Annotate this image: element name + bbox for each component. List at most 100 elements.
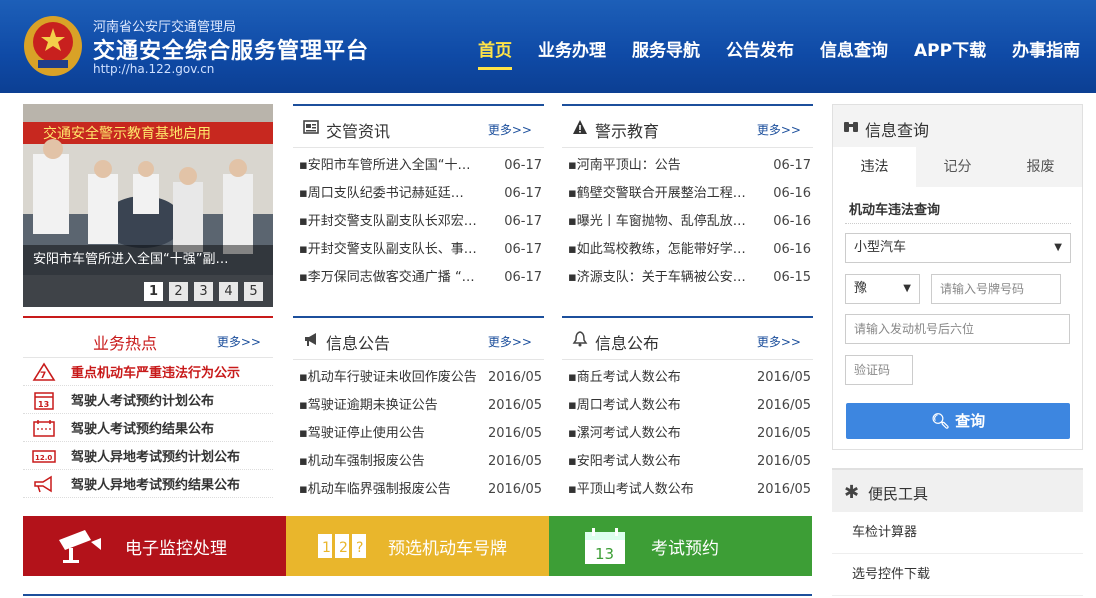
news-panel-header: 交管资讯 更多>> <box>293 104 544 148</box>
news-list: ▪安阳市车管所进入全国“十… 06-17 ▪周口支队纪委书记赫延廷… 06-17 ▪… <box>293 148 544 292</box>
slide-dot-4[interactable]: 4 <box>219 281 238 301</box>
list-item[interactable]: ▪济源支队：关于车辆被公安… 06-15 <box>562 264 813 292</box>
engine-number-input[interactable]: 请输入发动机号后六位 <box>845 314 1070 344</box>
list-item[interactable]: ▪机动车行驶证未收回作废公告 2016/05 <box>293 364 544 392</box>
hot-panel-header: 业务热点 更多>> <box>23 316 273 358</box>
electronic-monitoring-label[interactable]: 电子监控处理 <box>125 534 227 559</box>
query-panel-header: 信息查询 <box>833 105 1082 147</box>
notice-list: ▪机动车行驶证未收回作废公告 2016/05 ▪驾驶证逾期未换证公告 2016/05… <box>293 360 544 504</box>
binoculars-icon <box>844 122 858 132</box>
hot-panel-title: 业务热点 <box>93 334 158 353</box>
exam-booking-label[interactable]: 考试预约 <box>651 534 719 559</box>
svg-text:7: 7 <box>40 371 46 381</box>
nav-guide[interactable]: 办事指南 <box>1012 36 1080 70</box>
list-item[interactable]: ▪驾驶证逾期未换证公告 2016/05 <box>293 392 544 420</box>
camera-icon <box>59 530 101 563</box>
list-item[interactable]: 12.0 驾驶人异地考试预约计划公布 <box>23 442 273 470</box>
news-more-link[interactable]: 更多>> <box>488 121 532 138</box>
tool-plate-plugin-download[interactable]: 选号控件下载 <box>832 554 1083 596</box>
calendar-result-icon <box>33 419 55 437</box>
vehicle-type-select[interactable]: 小型汽车 ▼ <box>845 233 1071 263</box>
slide-dot-3[interactable]: 3 <box>194 281 213 301</box>
svg-text:12.0: 12.0 <box>35 454 52 462</box>
list-item[interactable]: ▪如此驾校教练，怎能带好学… 06-16 <box>562 236 813 264</box>
preselect-plate-button[interactable]: 1 2? 预选机动车号牌 <box>286 516 549 576</box>
search-icon: 🔍︎ <box>930 412 950 430</box>
nav-service-guide[interactable]: 服务导航 <box>632 36 700 70</box>
list-item[interactable]: ▪曝光丨车窗抛物、乱停乱放… 06-16 <box>562 208 813 236</box>
hot-more-link[interactable]: 更多>> <box>217 333 261 350</box>
tab-violation[interactable]: 违法 <box>833 147 916 187</box>
list-item[interactable]: ▪安阳考试人数公布 2016/05 <box>562 448 813 476</box>
list-item[interactable]: ▪平顶山考试人数公布 2016/05 <box>562 476 813 504</box>
slide-caption[interactable]: 安阳市车管所进入全国“十强”副… <box>23 245 273 275</box>
list-item[interactable]: 7 重点机动车严重违法行为公示 <box>23 358 273 386</box>
warning-panel: 警示教育 更多>> ▪河南平顶山：公告 06-17 ▪鹤壁交警联合开展整治工程… 0… <box>562 104 813 292</box>
query-form-title: 机动车违法查询 <box>849 203 941 218</box>
list-item[interactable]: 驾驶人考试预约结果公布 <box>23 414 273 442</box>
list-item[interactable]: ▪机动车强制报废公告 2016/05 <box>293 448 544 476</box>
list-item[interactable]: ▪漯河考试人数公布 2016/05 <box>562 420 813 448</box>
captcha-input[interactable]: 验证码 <box>845 355 913 385</box>
site-title[interactable]: 交通安全综合服务管理平台 <box>93 33 369 65</box>
list-item[interactable]: ▪河南平顶山：公告 06-17 <box>562 152 813 180</box>
notice-panel-title: 信息公告 <box>326 334 391 353</box>
publish-more-link[interactable]: 更多>> <box>757 333 801 350</box>
list-item[interactable]: ▪开封交警支队副支队长邓宏… 06-17 <box>293 208 544 236</box>
nav-business[interactable]: 业务办理 <box>538 36 606 70</box>
list-item[interactable]: ▪开封交警支队副支队长、事… 06-17 <box>293 236 544 264</box>
list-item[interactable]: ▪安阳市车管所进入全国“十… 06-17 <box>293 152 544 180</box>
list-item[interactable]: 驾驶人异地考试预约结果公布 <box>23 470 273 498</box>
convenience-tools-panel: ✱ 便民工具 车检计算器 选号控件下载 <box>832 468 1083 596</box>
notice-more-link[interactable]: 更多>> <box>488 333 532 350</box>
nav-announcements[interactable]: 公告发布 <box>726 36 794 70</box>
list-item[interactable]: ▪李万保同志做客交通广播 “… 06-17 <box>293 264 544 292</box>
list-item[interactable]: 13 驾驶人考试预约计划公布 <box>23 386 273 414</box>
tool-inspection-calculator[interactable]: 车检计算器 <box>832 512 1083 554</box>
info-query-panel: 信息查询 违法 记分 报废 机动车违法查询 小型汽车 ▼ 豫 ▼ 请输入号牌号码… <box>832 104 1083 450</box>
asterisk-icon: ✱ <box>844 482 860 503</box>
chevron-down-icon: ▼ <box>1054 242 1062 253</box>
tools-panel-header: ✱ 便民工具 <box>832 468 1083 512</box>
tools-panel-title: 便民工具 <box>868 485 929 503</box>
news-slider[interactable]: 交通安全警示教育基地启用 安阳市车管所进入全国“十强”副… 1 2 3 4 5 <box>23 104 273 307</box>
warning-icon <box>573 120 587 134</box>
tab-points[interactable]: 记分 <box>916 147 999 187</box>
bottom-divider <box>23 594 812 596</box>
publish-list: ▪商丘考试人数公布 2016/05 ▪周口考试人数公布 2016/05 ▪漯河考试人… <box>562 360 813 504</box>
exam-booking-button[interactable]: 13 考试预约 <box>549 516 812 576</box>
list-item[interactable]: ▪周口支队纪委书记赫延廷… 06-17 <box>293 180 544 208</box>
slide-dot-1[interactable]: 1 <box>144 281 163 301</box>
list-item[interactable]: ▪周口考试人数公布 2016/05 <box>562 392 813 420</box>
nav-info-query[interactable]: 信息查询 <box>820 36 888 70</box>
svg-text:2: 2 <box>339 540 348 556</box>
hot-topics-panel: 业务热点 更多>> 7 重点机动车严重违法行为公示 13 驾驶人考试预约计划公布… <box>23 316 273 498</box>
svg-text:13: 13 <box>595 545 614 563</box>
list-item[interactable]: ▪商丘考试人数公布 2016/05 <box>562 364 813 392</box>
site-url[interactable]: http://ha.122.gov.cn <box>93 62 214 76</box>
list-item[interactable]: ▪鹤壁交警联合开展整治工程… 06-16 <box>562 180 813 208</box>
list-item[interactable]: ▪机动车临界强制报废公告 2016/05 <box>293 476 544 504</box>
slide-pagination: 1 2 3 4 5 <box>23 275 273 307</box>
plate-number-input[interactable]: 请输入号牌号码 <box>931 274 1061 304</box>
tab-scrap[interactable]: 报废 <box>999 147 1082 187</box>
electronic-monitoring-button[interactable]: 电子监控处理 <box>23 516 286 576</box>
preselect-plate-label[interactable]: 预选机动车号牌 <box>388 534 507 559</box>
publish-panel-header: 信息公布 更多>> <box>562 316 813 360</box>
alert-icon: 7 <box>32 361 56 381</box>
nav-app-download[interactable]: APP下载 <box>914 36 986 70</box>
slide-dot-2[interactable]: 2 <box>169 281 188 301</box>
publish-panel-title: 信息公布 <box>595 334 660 353</box>
slide-dot-5[interactable]: 5 <box>244 281 263 301</box>
nav-home[interactable]: 首页 <box>478 36 512 70</box>
query-panel-title: 信息查询 <box>865 121 930 140</box>
query-submit-button[interactable]: 🔍︎ 查询 <box>846 403 1070 439</box>
remote-plan-icon: 12.0 <box>32 449 56 463</box>
newspaper-icon <box>303 120 319 134</box>
province-select[interactable]: 豫 ▼ <box>845 274 920 304</box>
calendar-icon: 13 <box>585 528 625 564</box>
warning-more-link[interactable]: 更多>> <box>757 121 801 138</box>
list-item[interactable]: ▪驾驶证停止使用公告 2016/05 <box>293 420 544 448</box>
plate-icon: 1 2? <box>318 534 366 558</box>
svg-text:交通安全警示教育基地启用: 交通安全警示教育基地启用 <box>43 125 211 142</box>
